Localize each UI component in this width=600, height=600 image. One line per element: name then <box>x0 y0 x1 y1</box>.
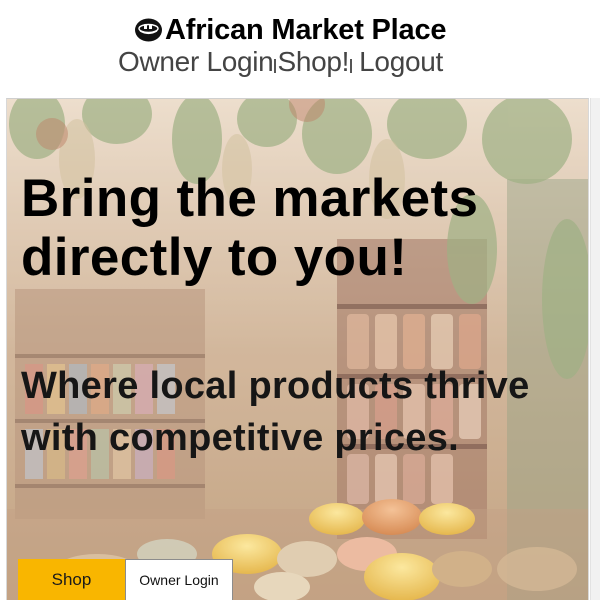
nav-divider <box>274 59 277 73</box>
hero-headline: Bring the markets directly to you! <box>21 169 479 287</box>
nav-owner-login-link[interactable]: Owner Login <box>118 46 274 78</box>
brand[interactable]: African Market Place <box>134 13 447 47</box>
nav-divider <box>350 59 353 73</box>
page-scrollbar[interactable] <box>590 98 600 600</box>
brand-title: African Market Place <box>165 13 447 46</box>
main-nav: Owner Login Shop! Logout <box>118 44 443 80</box>
shop-button[interactable]: Shop <box>18 559 125 600</box>
hero-subheadline: Where local products thrive with competi… <box>21 365 530 459</box>
nav-logout-link[interactable]: Logout <box>359 46 443 78</box>
site-header: African Market Place Owner Login Shop! L… <box>0 0 600 98</box>
owner-login-button[interactable]: Owner Login <box>125 559 233 600</box>
nav-shop-link[interactable]: Shop! <box>277 46 349 78</box>
market-basket-icon <box>135 18 162 42</box>
hero-section: Bring the markets directly to you! Where… <box>6 98 589 600</box>
